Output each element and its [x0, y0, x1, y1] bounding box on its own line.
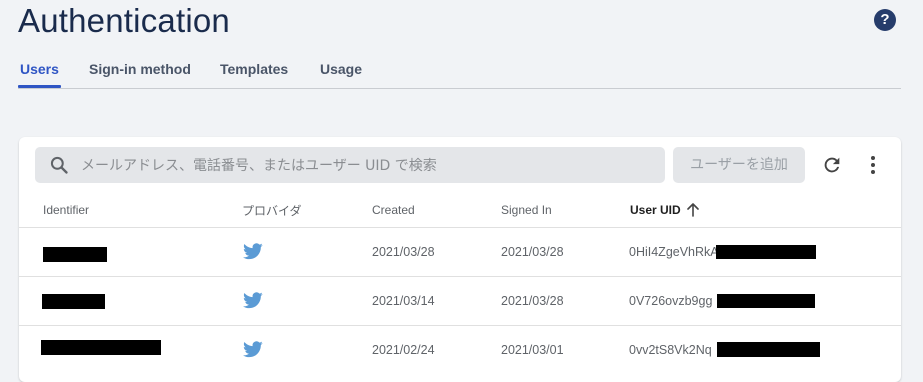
page-title: Authentication	[18, 2, 230, 39]
twitter-icon	[243, 243, 263, 260]
tab-templates[interactable]: Templates	[220, 61, 288, 77]
tab-users[interactable]: Users	[20, 61, 59, 77]
created-cell: 2021/02/24	[372, 343, 435, 357]
redacted-identifier	[41, 340, 161, 355]
sort-ascending-icon[interactable]	[687, 203, 699, 217]
column-header-created[interactable]: Created	[372, 203, 415, 217]
column-header-signed-in[interactable]: Signed In	[501, 203, 552, 217]
twitter-icon	[243, 292, 263, 309]
redacted-uid	[717, 342, 820, 357]
created-cell: 2021/03/14	[372, 294, 435, 308]
created-cell: 2021/03/28	[372, 245, 435, 259]
signed-in-cell: 2021/03/28	[501, 245, 564, 259]
tab-sign-in-method[interactable]: Sign-in method	[89, 61, 191, 77]
signed-in-cell: 2021/03/01	[501, 343, 564, 357]
column-header-provider[interactable]: プロバイダ	[242, 202, 302, 219]
column-header-identifier[interactable]: Identifier	[43, 203, 89, 217]
redacted-uid	[716, 245, 816, 259]
user-uid-cell: 0vv2tS8Vk2Nq	[629, 343, 712, 357]
signed-in-cell: 2021/03/28	[501, 294, 564, 308]
user-uid-cell: 0V726ovzb9gg	[629, 294, 713, 308]
redacted-uid	[717, 294, 815, 308]
tab-usage[interactable]: Usage	[320, 61, 362, 77]
redacted-identifier	[42, 294, 105, 309]
search-bar[interactable]	[35, 147, 665, 185]
table-row[interactable]: 2021/02/24 2021/03/01 0vv2tS8Vk2Nq	[19, 325, 901, 375]
table-row[interactable]: 2021/03/28 2021/03/28 0HiI4ZgeVhRkA	[19, 227, 901, 277]
active-tab-indicator	[18, 85, 61, 88]
search-icon	[50, 156, 68, 174]
column-header-user-uid[interactable]: User UID	[630, 203, 681, 217]
help-icon[interactable]: ?	[874, 9, 896, 31]
add-user-button[interactable]: ユーザーを追加	[673, 147, 805, 183]
more-vert-icon[interactable]	[863, 154, 883, 176]
tab-bar: Users Sign-in method Templates Usage	[18, 52, 901, 89]
refresh-icon[interactable]	[821, 154, 843, 176]
users-table-card: ユーザーを追加 Identifier プロバイダ Created Signed …	[19, 137, 901, 382]
search-input[interactable]	[79, 147, 653, 185]
table-row[interactable]: 2021/03/14 2021/03/28 0V726ovzb9gg	[19, 276, 901, 326]
twitter-icon	[243, 341, 263, 358]
user-uid-cell: 0HiI4ZgeVhRkA	[629, 245, 719, 259]
redacted-identifier	[43, 247, 107, 262]
